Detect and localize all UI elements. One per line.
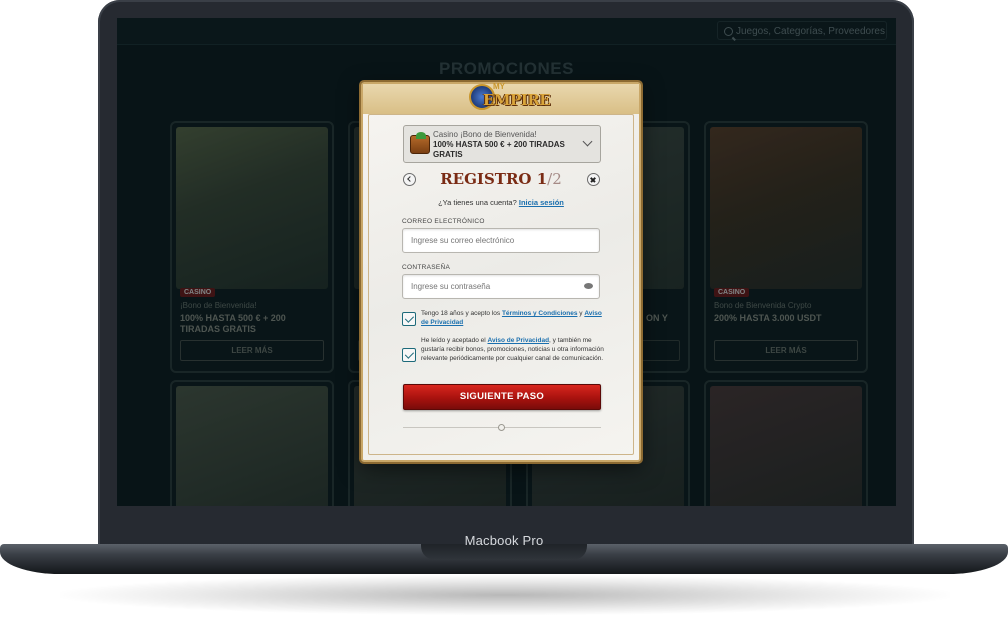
bonus-label: Casino ¡Bono de Bienvenida! (433, 130, 537, 139)
logo-empire: EMPIRE (483, 91, 551, 109)
close-button[interactable] (587, 173, 600, 186)
next-step-button[interactable]: SIGUIENTE PASO (403, 384, 601, 410)
terms-checkbox[interactable] (402, 312, 416, 326)
treasure-chest-icon (410, 132, 430, 154)
login-prompt: ¿Ya tienes una cuenta? (438, 198, 517, 207)
device-label: Macbook Pro (464, 533, 544, 548)
step-title: REGISTRO 1/2 (423, 170, 579, 188)
chevron-down-icon (582, 136, 593, 147)
password-label: CONTRASEÑA (402, 264, 451, 271)
logo-my: MY (493, 82, 505, 91)
marketing-prefix: He leído y aceptado el (421, 337, 488, 344)
bonus-title: 100% HASTA 500 € + 200 TIRADAS GRATIS (433, 140, 565, 159)
marketing-privacy-link[interactable]: Aviso de Privacidad (488, 337, 550, 344)
marketing-text: He leído y aceptado el Aviso de Privacid… (421, 336, 606, 363)
bonus-select[interactable]: Casino ¡Bono de Bienvenida! 100% HASTA 5… (403, 125, 601, 163)
marketing-checkbox[interactable] (402, 348, 416, 362)
step-current: 1 (536, 170, 548, 188)
terms-text: Tengo 18 años y acepto los Términos y Co… (421, 309, 606, 327)
divider-ornament (498, 424, 505, 431)
terms-link[interactable]: Términos y Condiciones (502, 310, 578, 317)
step-title-text: REGISTRO (440, 170, 532, 188)
my-empire-logo: MY EMPIRE (469, 78, 551, 116)
eye-icon[interactable] (584, 283, 593, 289)
step-total: /2 (547, 170, 562, 188)
laptop-shadow (60, 575, 950, 615)
terms-prefix: Tengo 18 años y acepto los (421, 310, 502, 317)
email-field[interactable] (402, 228, 600, 253)
login-prompt-line: ¿Ya tienes una cuenta? Inicia sesión (363, 198, 639, 207)
back-button[interactable] (403, 173, 416, 186)
registration-modal: MY EMPIRE Casino ¡Bono de Bienvenida! 10… (361, 82, 641, 462)
password-field[interactable] (402, 274, 600, 299)
email-label: CORREO ELECTRÓNICO (402, 218, 485, 225)
login-link[interactable]: Inicia sesión (519, 198, 564, 207)
